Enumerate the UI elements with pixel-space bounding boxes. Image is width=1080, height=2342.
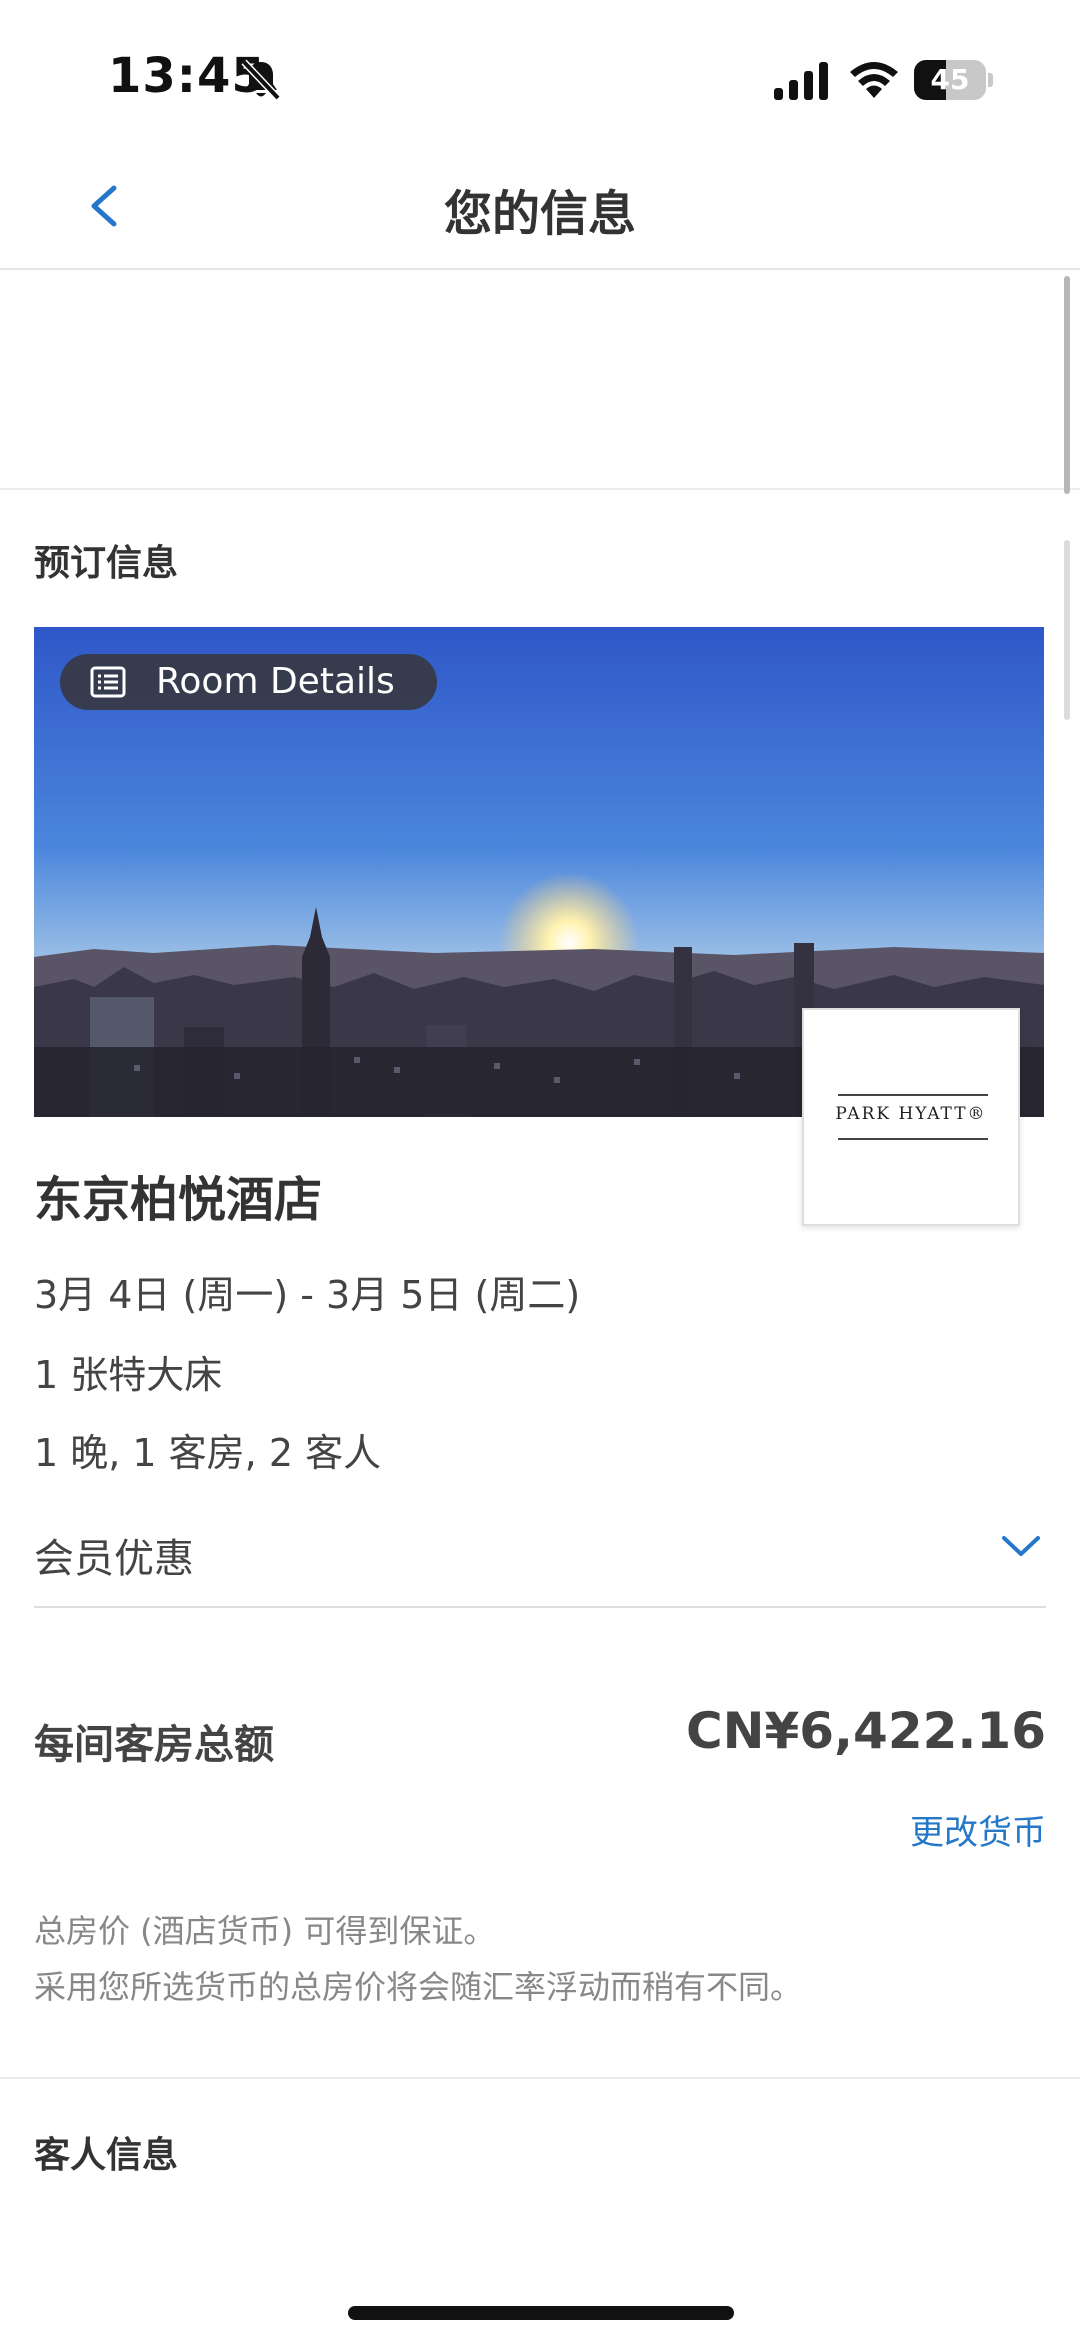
chevron-down-icon (1002, 1536, 1040, 1556)
guest-section-title: 客人信息 (34, 2135, 179, 2176)
member-benefits-toggle[interactable]: 会员优惠 (34, 1518, 1046, 1608)
stay-dates: 3月 4日 (周一) - 3月 5日 (周二) (34, 1273, 581, 1317)
nav-header: 您的信息 (0, 150, 1080, 270)
wifi-icon (850, 62, 898, 98)
hotel-name: 东京柏悦酒店 (34, 1172, 323, 1228)
booking-section-title: 预订信息 (34, 543, 179, 584)
bell-muted-icon (241, 59, 281, 101)
scrollbar-secondary (1064, 540, 1070, 720)
bed-type: 1 张特大床 (34, 1353, 223, 1397)
hotel-brand-logo: PARK HYATT® (802, 1008, 1020, 1226)
room-details-label: Room Details (156, 661, 395, 702)
room-total-label: 每间客房总额 (34, 1722, 274, 1768)
brand-logo-text: PARK HYATT® (835, 1104, 987, 1124)
section-divider (0, 2077, 1080, 2079)
battery-icon: 45 (914, 60, 993, 100)
battery-level: 45 (930, 63, 970, 96)
blank-banner-area (0, 272, 1080, 490)
room-total-price: CN¥6,422.16 (685, 1702, 1046, 1760)
price-note-guarantee: 总房价 (酒店货币) 可得到保证。 (34, 1912, 496, 1950)
change-currency-link[interactable]: 更改货币 (910, 1805, 1046, 1854)
scrollbar[interactable] (1064, 276, 1070, 494)
status-bar: 13:45 45 (0, 0, 1080, 150)
booking-info-screen: 13:45 45 您的信息 预订信息 Room Details PARK HYA… (0, 0, 1080, 2342)
stay-summary: 1 晚, 1 客房, 2 客人 (34, 1431, 382, 1475)
room-details-button[interactable]: Room Details (60, 654, 437, 710)
page-title: 您的信息 (443, 186, 636, 242)
price-note-exchange: 采用您所选货币的总房价将会随汇率浮动而稍有不同。 (34, 1968, 803, 2006)
member-benefits-label: 会员优惠 (34, 1536, 194, 1582)
cellular-signal-icon (774, 62, 828, 100)
list-icon (90, 666, 126, 698)
home-indicator[interactable] (348, 2306, 734, 2320)
